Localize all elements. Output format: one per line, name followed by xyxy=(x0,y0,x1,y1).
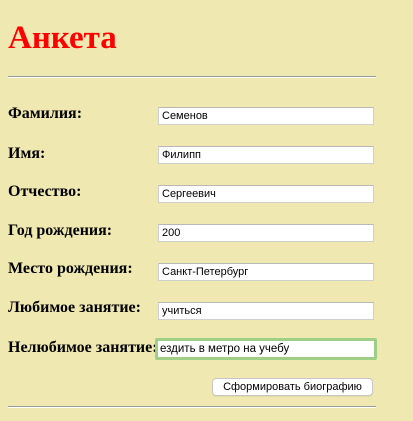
birthplace-label: Место рождения: xyxy=(8,260,133,277)
birthplace-field[interactable]: Санкт-Петербург xyxy=(158,263,374,281)
generate-biography-button[interactable]: Сформировать биографию xyxy=(212,378,373,396)
disliked-activity-label: Нелюбимое занятие: xyxy=(8,339,158,356)
patronymic-field[interactable]: Сергеевич xyxy=(158,185,374,203)
birth-year-label: Год рождения: xyxy=(8,222,113,239)
disliked-activity-field[interactable]: ездить в метро на учебу xyxy=(155,338,377,360)
surname-label: Фамилия: xyxy=(8,105,83,122)
surname-field[interactable]: Семенов xyxy=(158,107,374,125)
favorite-activity-label: Любимое занятие: xyxy=(8,299,141,316)
bottom-divider xyxy=(8,406,376,408)
patronymic-label: Отчество: xyxy=(8,183,82,200)
top-divider xyxy=(8,76,376,78)
birth-year-field[interactable]: 200 xyxy=(158,224,374,242)
favorite-activity-field[interactable]: учиться xyxy=(158,302,374,320)
name-label: Имя: xyxy=(8,145,46,162)
name-field[interactable]: Филипп xyxy=(158,146,374,164)
page-title: Анкета xyxy=(8,20,117,56)
